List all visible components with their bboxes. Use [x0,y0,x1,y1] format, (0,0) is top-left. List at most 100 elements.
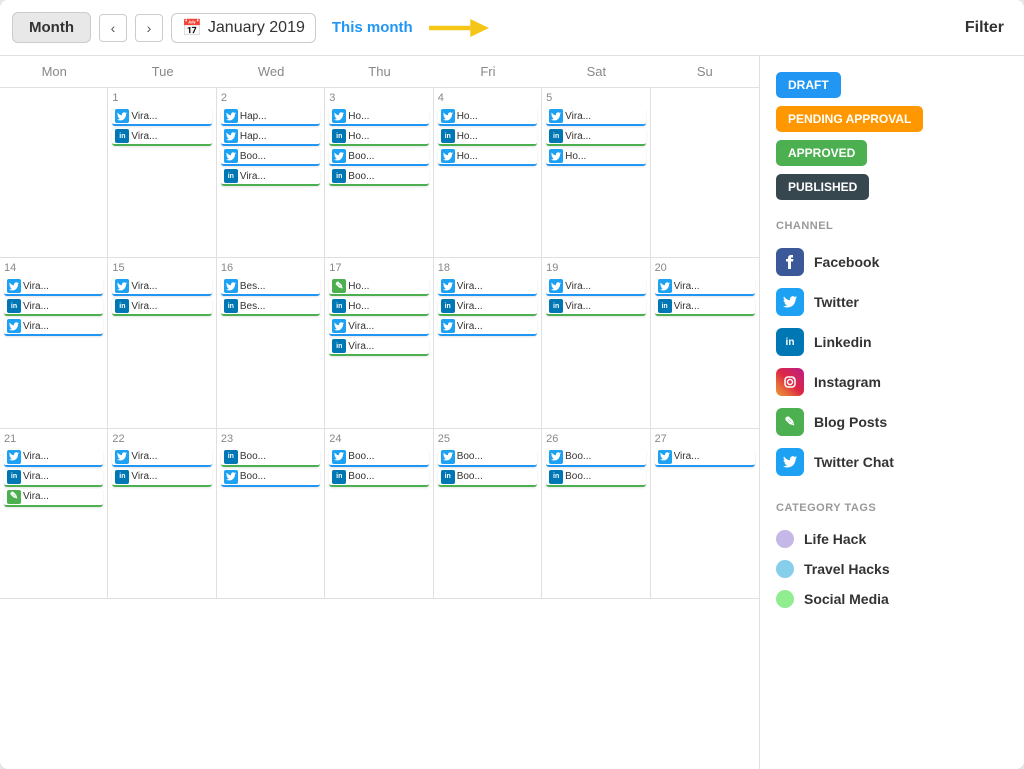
published-badge[interactable]: PUBLISHED [776,174,869,200]
category-travel[interactable]: Travel Hacks [776,554,1008,584]
post-text: Ho... [348,281,369,292]
day-cell-2-2[interactable]: 23inBoo...Boo... [217,429,325,598]
day-cell-2-1[interactable]: 22Vira...inVira... [108,429,216,598]
post-item[interactable]: inVira... [112,128,211,146]
post-item[interactable]: Hap... [221,108,320,126]
pending-badge[interactable]: PENDING APPROVAL [776,106,923,132]
day-cell-0-2[interactable]: 2 Hap... Hap... Boo... inVira... [217,88,325,257]
channel-blog[interactable]: ✎ Blog Posts [776,402,1008,442]
post-item[interactable]: inHo... [329,298,428,316]
channel-twitter-chat[interactable]: Twitter Chat [776,442,1008,482]
category-lifehack[interactable]: Life Hack [776,524,1008,554]
next-button[interactable]: › [135,14,163,42]
post-item[interactable]: Boo... [221,148,320,166]
post-item[interactable]: inVira... [112,298,211,316]
channel-twitter[interactable]: Twitter [776,282,1008,322]
twitter-post-icon [658,279,672,293]
post-item[interactable]: inVira... [4,298,103,316]
post-item[interactable]: inVira... [546,298,645,316]
post-item[interactable]: Ho... [546,148,645,166]
post-item[interactable]: inBes... [221,298,320,316]
post-item[interactable]: Bes... [221,278,320,296]
post-item[interactable]: Vira... [112,108,211,126]
post-item[interactable]: inVira... [655,298,755,316]
post-item[interactable]: Vira... [655,449,755,467]
post-item[interactable]: Ho... [438,108,537,126]
day-cell-1-0[interactable]: 14Vira...inVira...Vira... [0,258,108,427]
post-item[interactable]: Vira... [112,278,211,296]
day-number: 2 [221,92,227,104]
post-item[interactable]: Hap... [221,128,320,146]
day-cell-2-4[interactable]: 25Boo...inBoo... [434,429,542,598]
twitter-post-icon [332,149,346,163]
day-number: 19 [546,262,558,274]
post-item[interactable]: Ho... [329,108,428,126]
day-cell-1-4[interactable]: 18Vira...inVira...Vira... [434,258,542,427]
post-item[interactable]: inBoo... [546,469,645,487]
linkedin-post-icon: in [332,470,346,484]
day-cell-2-6[interactable]: 27Vira... [651,429,759,598]
post-item[interactable]: inBoo... [329,469,428,487]
post-item[interactable]: Vira... [329,318,428,336]
post-item[interactable]: ✎Ho... [329,278,428,296]
channel-instagram[interactable]: Instagram [776,362,1008,402]
post-item[interactable]: Boo... [329,449,428,467]
post-item[interactable]: inBoo... [221,449,320,467]
category-social[interactable]: Social Media [776,584,1008,614]
day-cell-0-3[interactable]: 3Ho...inHo...Boo...inBoo... [325,88,433,257]
day-cell-2-0[interactable]: 21Vira...inVira...✎Vira... [0,429,108,598]
draft-badge[interactable]: DRAFT [776,72,841,98]
post-item[interactable]: Vira... [546,278,645,296]
post-item[interactable]: inBoo... [329,168,428,186]
channel-linkedin[interactable]: in Linkedin [776,322,1008,362]
day-header-thu: Thu [325,56,433,87]
post-item[interactable]: inBoo... [438,469,537,487]
day-cell-0-5[interactable]: 5Vira...inVira...Ho... [542,88,650,257]
month-button[interactable]: Month [12,12,91,43]
post-item[interactable]: inVira... [4,469,103,487]
post-item[interactable]: inVira... [546,128,645,146]
post-item[interactable]: Ho... [438,148,537,166]
post-item[interactable]: Boo... [221,469,320,487]
post-item[interactable]: ✎Vira... [4,489,103,507]
twitter-post-icon [549,279,563,293]
day-cell-1-1[interactable]: 15Vira...inVira... [108,258,216,427]
post-item[interactable]: inVira... [221,168,320,186]
post-item[interactable]: inHo... [329,128,428,146]
current-date: January 2019 [208,19,305,37]
day-cell-1-6[interactable]: 20Vira...inVira... [651,258,759,427]
post-item[interactable]: Vira... [546,108,645,126]
post-item[interactable]: inHo... [438,128,537,146]
post-item[interactable]: Vira... [655,278,755,296]
channel-facebook[interactable]: Facebook [776,242,1008,282]
day-cell-0-0[interactable] [0,88,108,257]
day-cell-0-6[interactable] [651,88,759,257]
linkedin-post-icon: in [224,299,238,313]
post-item[interactable]: inVira... [112,469,211,487]
post-item[interactable]: Vira... [4,278,103,296]
day-cell-1-3[interactable]: 17✎Ho...inHo...Vira...inVira... [325,258,433,427]
approved-badge[interactable]: APPROVED [776,140,867,166]
day-cell-2-5[interactable]: 26Boo...inBoo... [542,429,650,598]
post-item[interactable]: Vira... [438,278,537,296]
post-item[interactable]: Boo... [329,148,428,166]
post-item[interactable]: Vira... [438,318,537,336]
this-month-button[interactable]: This month [324,15,421,40]
day-number: 24 [329,433,341,445]
prev-button[interactable]: ‹ [99,14,127,42]
post-item[interactable]: Boo... [438,449,537,467]
post-item[interactable]: inVira... [438,298,537,316]
post-item[interactable]: Vira... [4,318,103,336]
linkedin-post-icon: in [7,299,21,313]
day-cell-0-4[interactable]: 4Ho...inHo...Ho... [434,88,542,257]
day-cell-0-1[interactable]: 1Vira...inVira... [108,88,216,257]
post-item[interactable]: Vira... [112,449,211,467]
day-cell-1-2[interactable]: 16Bes...inBes... [217,258,325,427]
linkedin-post-icon: in [115,129,129,143]
post-item[interactable]: Vira... [4,449,103,467]
filter-button[interactable]: Filter [957,15,1012,41]
post-item[interactable]: Boo... [546,449,645,467]
post-item[interactable]: inVira... [329,338,428,356]
day-cell-1-5[interactable]: 19 Vira... inVira... [542,258,650,427]
day-cell-2-3[interactable]: 24 Boo... inBoo... [325,429,433,598]
